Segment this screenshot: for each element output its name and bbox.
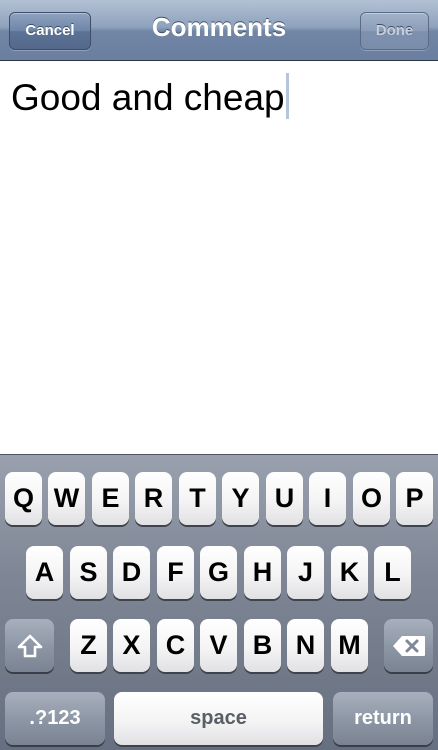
numbers-key[interactable]: .?123 xyxy=(5,692,105,745)
key-x[interactable]: X xyxy=(113,619,150,672)
backspace-key[interactable] xyxy=(384,619,433,672)
key-s[interactable]: S xyxy=(70,546,107,599)
key-m[interactable]: M xyxy=(331,619,368,672)
key-i[interactable]: I xyxy=(309,472,346,525)
key-t[interactable]: T xyxy=(179,472,216,525)
return-key[interactable]: return xyxy=(333,692,433,745)
key-o[interactable]: O xyxy=(353,472,390,525)
key-j[interactable]: J xyxy=(287,546,324,599)
key-y[interactable]: Y xyxy=(222,472,259,525)
navigation-bar: Cancel Comments Done xyxy=(0,0,438,61)
key-a[interactable]: A xyxy=(26,546,63,599)
key-h[interactable]: H xyxy=(244,546,281,599)
comment-text-area[interactable]: Good and cheap xyxy=(0,61,438,454)
key-w[interactable]: W xyxy=(48,472,85,525)
done-button[interactable]: Done xyxy=(360,12,429,50)
key-k[interactable]: K xyxy=(331,546,368,599)
key-r[interactable]: R xyxy=(135,472,172,525)
key-l[interactable]: L xyxy=(374,546,411,599)
key-c[interactable]: C xyxy=(157,619,194,672)
key-z[interactable]: Z xyxy=(70,619,107,672)
shift-arrow-icon xyxy=(17,634,42,658)
text-cursor xyxy=(285,73,289,119)
key-p[interactable]: P xyxy=(396,472,433,525)
key-q[interactable]: Q xyxy=(5,472,42,525)
backspace-icon xyxy=(392,636,425,656)
comments-screen: Cancel Comments Done Good and cheap Q W … xyxy=(0,0,438,750)
shift-key[interactable] xyxy=(5,619,54,672)
comment-text: Good and cheap xyxy=(11,77,285,118)
key-e[interactable]: E xyxy=(92,472,129,525)
key-u[interactable]: U xyxy=(266,472,303,525)
key-v[interactable]: V xyxy=(200,619,237,672)
space-key[interactable]: space xyxy=(114,692,323,745)
comment-text-line: Good and cheap xyxy=(11,73,289,120)
key-n[interactable]: N xyxy=(287,619,324,672)
key-g[interactable]: G xyxy=(200,546,237,599)
key-b[interactable]: B xyxy=(244,619,281,672)
key-f[interactable]: F xyxy=(157,546,194,599)
keyboard: Q W E R T Y U I O P A S D F G H J K L Z … xyxy=(0,454,438,750)
key-d[interactable]: D xyxy=(113,546,150,599)
